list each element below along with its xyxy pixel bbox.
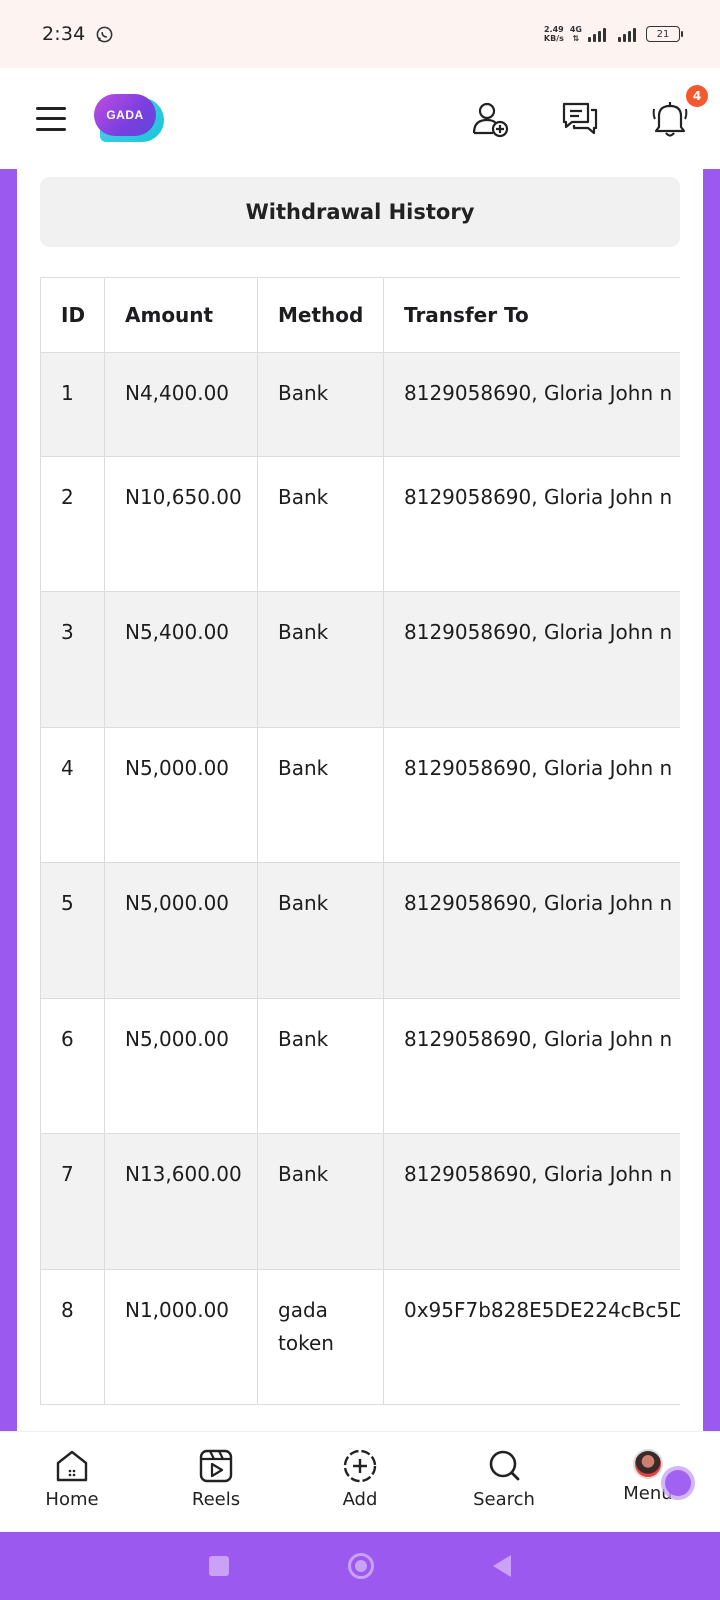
table-row: 4 N5,000.00 Bank 8129058690, Gloria John… xyxy=(40,727,680,863)
cell-method: Bank xyxy=(257,352,384,457)
cell-method: Bank xyxy=(257,862,384,999)
cell-amount: N4,400.00 xyxy=(104,352,258,457)
cell-amount: N13,600.00 xyxy=(104,1133,258,1270)
status-bar: 2:34 2.49 KB/s 4G ⇅ 21 xyxy=(0,0,720,68)
cell-id: 6 xyxy=(40,998,105,1134)
nav-label-add: Add xyxy=(342,1489,378,1510)
cell-amount: N5,000.00 xyxy=(104,727,258,863)
nav-item-home[interactable]: Home xyxy=(0,1432,144,1532)
table-row: 6 N5,000.00 Bank 8129058690, Gloria John… xyxy=(40,998,680,1134)
recent-apps-icon[interactable] xyxy=(209,1556,230,1576)
cell-transfer-to: 8129058690, Gloria John n xyxy=(383,1133,680,1270)
cell-transfer-to: 8129058690, Gloria John n xyxy=(383,456,680,592)
cell-transfer-to: 0x95F7b828E5DE224cBc5D xyxy=(383,1269,680,1405)
add-friend-icon[interactable] xyxy=(470,99,510,139)
cell-method: Bank xyxy=(257,456,384,592)
reels-icon xyxy=(197,1447,235,1485)
cell-id: 8 xyxy=(40,1269,105,1405)
table-row: 3 N5,400.00 Bank 8129058690, Gloria John… xyxy=(40,591,680,728)
gada-logo[interactable]: GADA xyxy=(94,93,166,144)
cell-amount: N10,650.00 xyxy=(104,456,258,592)
cell-method: gada token xyxy=(257,1269,384,1405)
nav-item-search[interactable]: Search xyxy=(432,1432,576,1532)
add-icon xyxy=(341,1447,379,1485)
app-bar: GADA 4 xyxy=(0,68,720,169)
back-icon[interactable] xyxy=(492,1555,511,1577)
nav-label-reels: Reels xyxy=(191,1489,241,1510)
cell-id: 1 xyxy=(40,352,105,457)
avatar xyxy=(633,1449,663,1479)
cell-method: Bank xyxy=(257,998,384,1134)
cell-method: Bank xyxy=(257,591,384,728)
battery-icon: 21 xyxy=(646,26,683,42)
page-title: Withdrawal History xyxy=(245,200,475,224)
column-header-amount: Amount xyxy=(104,277,258,353)
cell-method: Bank xyxy=(257,727,384,863)
cell-amount: N1,000.00 xyxy=(104,1269,258,1405)
cell-id: 3 xyxy=(40,591,105,728)
cell-id: 7 xyxy=(40,1133,105,1270)
table-row: 2 N10,650.00 Bank 8129058690, Gloria Joh… xyxy=(40,456,680,592)
table-header-row: ID Amount Method Transfer To xyxy=(40,277,680,353)
column-header-transfer-to: Transfer To xyxy=(383,277,680,353)
cell-transfer-to: 8129058690, Gloria John n xyxy=(383,727,680,863)
home-button-icon[interactable] xyxy=(347,1553,374,1579)
notification-badge: 4 xyxy=(686,84,708,107)
table-row: 8 N1,000.00 gada token 0x95F7b828E5DE224… xyxy=(40,1269,680,1405)
status-time: 2:34 xyxy=(42,23,86,45)
cell-method: Bank xyxy=(257,1133,384,1270)
nav-label-search: Search xyxy=(473,1489,535,1510)
whatsapp-icon xyxy=(97,26,113,42)
search-icon xyxy=(485,1447,523,1485)
cell-id: 5 xyxy=(40,862,105,999)
withdrawal-history-header: Withdrawal History xyxy=(40,177,680,247)
bell-icon[interactable]: 4 xyxy=(650,84,708,139)
nav-item-menu[interactable]: Menu xyxy=(576,1432,720,1532)
cell-amount: N5,000.00 xyxy=(104,998,258,1134)
cell-id: 2 xyxy=(40,456,105,592)
cell-transfer-to: 8129058690, Gloria John n xyxy=(383,352,680,457)
cell-amount: N5,000.00 xyxy=(104,862,258,999)
column-header-method: Method xyxy=(257,277,384,353)
messages-icon[interactable] xyxy=(560,99,600,139)
nav-item-add[interactable]: Add xyxy=(288,1432,432,1532)
chat-bubble-icon[interactable] xyxy=(660,1465,696,1501)
withdrawal-table-container[interactable]: ID Amount Method Transfer To 1 N4,400.00… xyxy=(40,277,680,1431)
table-row: 5 N5,000.00 Bank 8129058690, Gloria John… xyxy=(40,862,680,999)
nav-label-home: Home xyxy=(45,1489,99,1510)
signal-icon xyxy=(588,26,606,42)
table-row: 7 N13,600.00 Bank 8129058690, Gloria Joh… xyxy=(40,1133,680,1270)
cell-id: 4 xyxy=(40,727,105,863)
bottom-nav: Home Reels Add Search Menu xyxy=(0,1431,720,1532)
menu-icon[interactable] xyxy=(36,106,66,131)
network-type: 4G ⇅ xyxy=(569,25,582,43)
cell-transfer-to: 8129058690, Gloria John n xyxy=(383,591,680,728)
main-content[interactable]: Withdrawal History ID Amount Method Tran… xyxy=(17,169,703,1431)
battery-level: 21 xyxy=(656,28,670,40)
home-icon xyxy=(53,1447,91,1485)
table-row: 1 N4,400.00 Bank 8129058690, Gloria John… xyxy=(40,352,680,457)
cell-transfer-to: 8129058690, Gloria John n xyxy=(383,862,680,999)
column-header-id: ID xyxy=(40,277,105,353)
withdrawal-table: ID Amount Method Transfer To 1 N4,400.00… xyxy=(40,277,680,1405)
signal-icon xyxy=(618,26,636,42)
net-speed: 2.49 KB/s xyxy=(543,25,564,43)
nav-item-reels[interactable]: Reels xyxy=(144,1432,288,1532)
cell-transfer-to: 8129058690, Gloria John n xyxy=(383,998,680,1134)
cell-amount: N5,400.00 xyxy=(104,591,258,728)
system-nav-bar xyxy=(0,1532,720,1600)
